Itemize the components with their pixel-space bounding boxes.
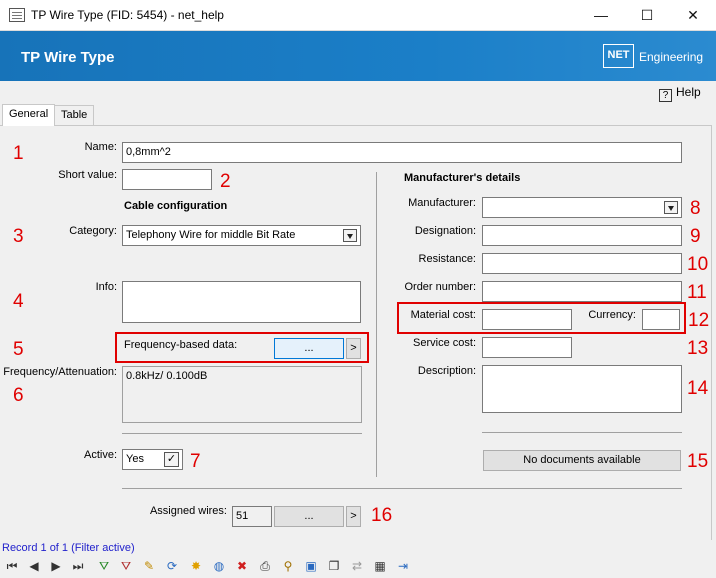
- copy-icon[interactable]: ❐: [326, 558, 342, 574]
- edit-icon[interactable]: ✎: [141, 558, 157, 574]
- active-value: Yes: [126, 453, 144, 465]
- assigned-wires-count: 51: [232, 506, 272, 527]
- frequency-next-button[interactable]: >: [346, 338, 361, 359]
- last-record-icon[interactable]: ⏭: [70, 558, 86, 574]
- annotation-4: 4: [13, 291, 24, 312]
- annotation-10: 10: [687, 254, 709, 275]
- cable-config-title: Cable configuration: [124, 200, 228, 212]
- maximize-button[interactable]: ☐: [624, 0, 670, 31]
- annotation-11: 11: [687, 282, 707, 303]
- description-textarea[interactable]: [482, 365, 682, 413]
- move-icon[interactable]: ⇄: [349, 558, 365, 574]
- order-number-input[interactable]: [482, 281, 682, 302]
- annotation-6: 6: [13, 385, 24, 406]
- category-value: Telephony Wire for middle Bit Rate: [126, 229, 296, 241]
- tab-table[interactable]: Table: [54, 105, 95, 126]
- record-status: Record 1 of 1 (Filter active): [2, 542, 135, 554]
- divider: [482, 432, 682, 433]
- designation-input[interactable]: [482, 225, 682, 246]
- annotation-1: 1: [13, 143, 24, 164]
- currency-input[interactable]: [642, 309, 680, 330]
- chevron-down-icon[interactable]: [343, 229, 357, 242]
- refresh-icon[interactable]: ⟳: [164, 558, 180, 574]
- category-select[interactable]: Telephony Wire for middle Bit Rate: [122, 225, 361, 246]
- category-label: Category:: [69, 225, 117, 237]
- info-textarea[interactable]: [122, 281, 361, 323]
- divider: [122, 488, 682, 489]
- service-cost-input[interactable]: [482, 337, 572, 358]
- divider: [122, 433, 362, 434]
- annotation-7: 7: [190, 451, 201, 472]
- window-titlebar: TP Wire Type (FID: 5454) - net_help — ☐ …: [0, 0, 716, 31]
- zoom-icon[interactable]: ⚲: [280, 558, 296, 574]
- exit-icon[interactable]: ⇥: [395, 558, 411, 574]
- column-divider: [376, 172, 377, 477]
- manufacturer-select[interactable]: [482, 197, 682, 218]
- designation-label: Designation:: [414, 225, 476, 237]
- net-logo: NET: [603, 44, 634, 68]
- first-record-icon[interactable]: ⏮: [4, 558, 20, 574]
- annotation-16: 16: [371, 505, 393, 526]
- short-value-label: Short value:: [58, 169, 117, 181]
- bottom-toolbar: ⏮ ◀ ▶ ⏭ ⛛ ⛛ ✎ ⟳ ✸ ◍ ✖ ⎙ ⚲ ▣ ❐ ⇄ ▦ ⇥: [0, 556, 716, 578]
- assigned-wires-next-button[interactable]: >: [346, 506, 361, 527]
- annotation-13: 13: [687, 338, 709, 359]
- manufacturer-title: Manufacturer's details: [404, 172, 521, 184]
- help-label: Help: [676, 85, 701, 99]
- new-record-icon[interactable]: ✸: [188, 558, 204, 574]
- description-label: Description:: [417, 365, 476, 377]
- currency-label: Currency:: [588, 309, 636, 321]
- page-header: TP Wire Type NET Engineering: [0, 31, 716, 81]
- manufacturer-label: Manufacturer:: [408, 197, 476, 209]
- annotation-8: 8: [690, 198, 701, 219]
- short-value-input[interactable]: [122, 169, 212, 190]
- previous-record-icon[interactable]: ◀: [26, 558, 42, 574]
- material-cost-label: Material cost:: [410, 309, 476, 321]
- annotation-12: 12: [688, 310, 710, 331]
- assigned-wires-button[interactable]: ...: [274, 506, 344, 527]
- documents-button[interactable]: No documents available: [483, 450, 681, 471]
- help-icon: ?: [659, 89, 672, 102]
- tab-general[interactable]: General: [2, 104, 56, 126]
- freq-attenuation-label: Frequency/Attenuation:: [3, 366, 117, 378]
- help-button[interactable]: ? Help: [659, 85, 701, 102]
- frequency-label: Frequency-based data:: [124, 339, 238, 351]
- annotation-15: 15: [687, 451, 709, 472]
- order-number-label: Order number:: [404, 281, 476, 293]
- annotation-2: 2: [220, 171, 231, 192]
- minimize-button[interactable]: —: [578, 0, 624, 31]
- active-select[interactable]: Yes ✓: [122, 449, 183, 470]
- material-cost-input[interactable]: [482, 309, 572, 330]
- page-title: TP Wire Type: [21, 49, 115, 66]
- print-icon[interactable]: ⎙: [257, 558, 273, 574]
- annotation-14: 14: [687, 378, 709, 399]
- active-label: Active:: [83, 449, 117, 461]
- resistance-input[interactable]: [482, 253, 682, 274]
- annotation-5: 5: [13, 339, 24, 360]
- info-label: Info:: [95, 281, 117, 293]
- annotation-9: 9: [690, 226, 701, 247]
- filter-add-icon[interactable]: ⛛: [96, 558, 112, 574]
- name-input[interactable]: 0,8mm^2: [122, 142, 682, 163]
- select-icon[interactable]: ▣: [303, 558, 319, 574]
- service-cost-label: Service cost:: [413, 337, 476, 349]
- close-button[interactable]: ✕: [670, 0, 716, 31]
- frequency-data-button[interactable]: ...: [274, 338, 344, 359]
- delete-icon[interactable]: ✖: [234, 558, 250, 574]
- next-record-icon[interactable]: ▶: [48, 558, 64, 574]
- name-label: Name:: [84, 141, 117, 153]
- assigned-wires-label: Assigned wires:: [149, 505, 227, 517]
- check-icon[interactable]: ✓: [164, 452, 179, 467]
- filter-remove-icon[interactable]: ⛛: [118, 558, 134, 574]
- table-icon[interactable]: ▦: [372, 558, 388, 574]
- chevron-down-icon[interactable]: [664, 201, 678, 214]
- resistance-label: Resistance:: [418, 253, 476, 265]
- freq-attenuation-list: 0.8kHz/ 0.100dB: [122, 366, 362, 423]
- app-icon: [9, 8, 25, 22]
- annotation-3: 3: [13, 226, 24, 247]
- web-icon[interactable]: ◍: [211, 558, 227, 574]
- window-title: TP Wire Type (FID: 5454) - net_help: [31, 8, 224, 22]
- logo-text: Engineering: [639, 50, 704, 64]
